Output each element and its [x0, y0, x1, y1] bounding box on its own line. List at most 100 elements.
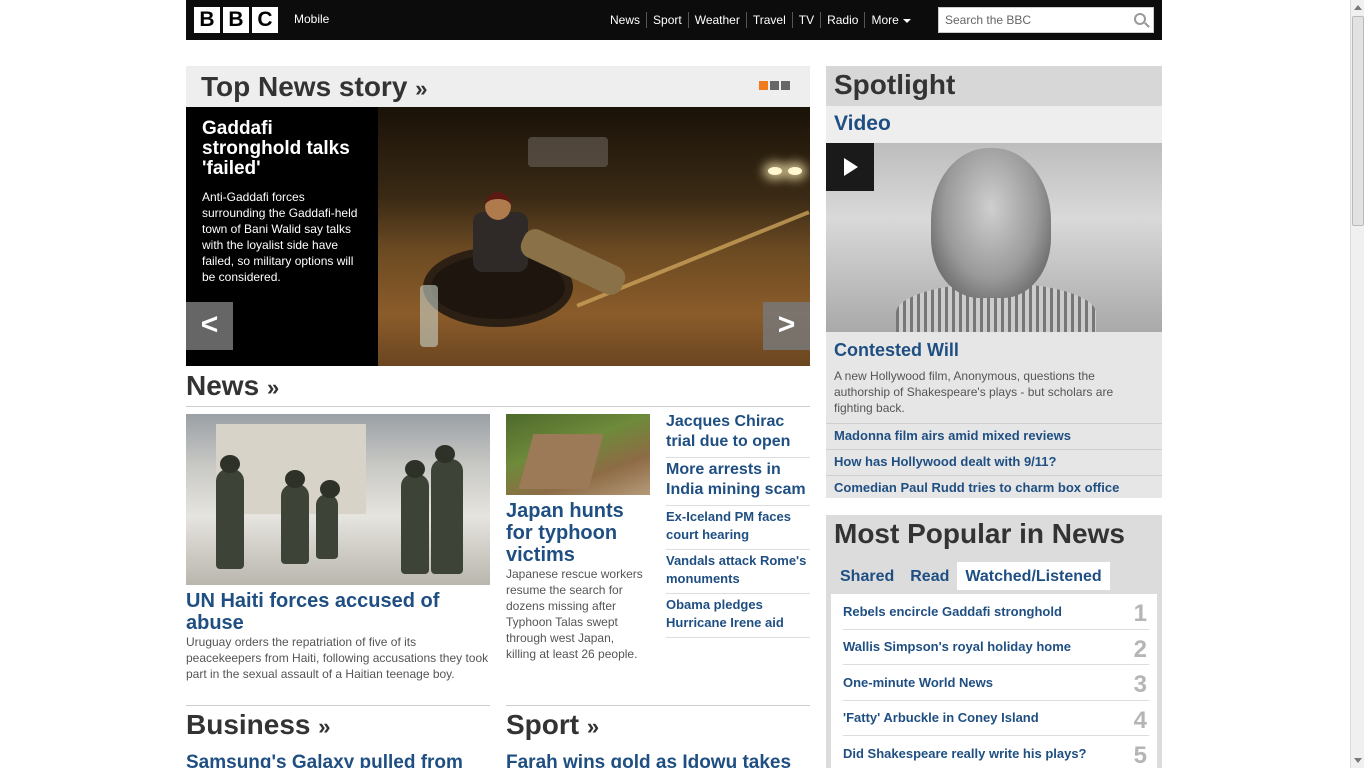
list-item: 'Fatty' Arbuckle in Coney Island 4 [843, 701, 1149, 736]
top-news-summary: Anti-Gaddafi forces surrounding the Gadd… [202, 190, 358, 284]
most-popular-list: Rebels encircle Gaddafi stronghold 1 Wall… [831, 594, 1157, 768]
popular-link[interactable]: 'Fatty' Arbuckle in Coney Island [843, 710, 1039, 725]
list-item: More arrests in India mining scam [666, 458, 810, 506]
spotlight-links: Madonna film airs amid mixed reviews How… [826, 423, 1162, 501]
section-divider [186, 705, 490, 706]
list-item: Ex-Iceland PM faces court hearing [666, 506, 810, 550]
logo-letter: B [223, 7, 249, 33]
scrollbar-thumb[interactable] [1352, 16, 1364, 226]
carousel-next-button[interactable]: > [763, 302, 810, 350]
sport-title-text: Sport [506, 709, 580, 740]
pager-dot-2[interactable] [770, 81, 779, 90]
more-news-list: Jacques Chirac trial due to open More ar… [666, 410, 810, 638]
spotlight-feature-summary: A new Hollywood film, Anonymous, questio… [834, 369, 1114, 415]
japan-story-headline[interactable]: Japan hunts for typhoon victims [506, 500, 650, 566]
top-news-photo[interactable] [378, 107, 810, 366]
photo-soldier [281, 470, 309, 564]
business-section-title[interactable]: Business » [186, 709, 331, 741]
spotlight-feature-headline[interactable]: Contested Will [834, 340, 959, 361]
news-link-obama[interactable]: Obama pledges Hurricane Irene aid [666, 597, 784, 630]
rank-number: 2 [1133, 635, 1147, 663]
most-popular-panel: Most Popular in News Shared Read Watched… [826, 515, 1162, 768]
photo-soldier [401, 460, 429, 574]
top-news-carousel: Gaddafi stronghold talks 'failed' Anti-G… [186, 107, 810, 366]
nav-weather[interactable]: Weather [687, 12, 746, 28]
carousel-prev-button[interactable]: < [186, 302, 233, 350]
photo-landslide [518, 434, 604, 489]
tab-watched-listened[interactable]: Watched/Listened [957, 562, 1110, 590]
nav-news[interactable]: News [604, 12, 646, 28]
carousel-pager [759, 81, 790, 90]
photo-soldier [216, 455, 244, 569]
photo-soldier [316, 480, 340, 559]
photo-seated-man [423, 192, 630, 342]
list-item: Comedian Paul Rudd tries to charm box of… [826, 475, 1162, 501]
main-nav: News Sport Weather Travel TV Radio More [604, 12, 917, 28]
list-item: Wallis Simpson's royal holiday home 2 [843, 630, 1149, 665]
section-divider [186, 406, 810, 407]
bbc-logo[interactable]: B B C [194, 7, 278, 33]
top-news-text: Gaddafi stronghold talks 'failed' Anti-G… [202, 119, 367, 285]
nav-more[interactable]: More [864, 12, 916, 28]
spotlight-link-rudd[interactable]: Comedian Paul Rudd tries to charm box of… [834, 480, 1119, 495]
haiti-story-headline[interactable]: UN Haiti forces accused of abuse [186, 590, 486, 634]
tab-read[interactable]: Read [902, 562, 957, 590]
photo-bottle [420, 285, 438, 347]
pager-dot-3[interactable] [781, 81, 790, 90]
raquo-icon: » [415, 76, 428, 101]
haiti-story-summary: Uruguay orders the repatriation of five … [186, 635, 489, 681]
shakespeare-video-thumbnail[interactable] [826, 143, 1162, 332]
news-link-chirac[interactable]: Jacques Chirac trial due to open [666, 413, 790, 450]
news-link-rome[interactable]: Vandals attack Rome's monuments [666, 553, 806, 586]
nav-more-label: More [871, 13, 899, 27]
popular-link[interactable]: One-minute World News [843, 675, 993, 690]
top-news-title[interactable]: Top News story » [201, 71, 427, 103]
page-scrollbar[interactable] [1350, 0, 1364, 768]
photo-head [485, 192, 511, 220]
news-section-title[interactable]: News » [186, 370, 279, 402]
nav-radio[interactable]: Radio [820, 12, 864, 28]
nav-travel[interactable]: Travel [745, 12, 792, 28]
logo-letter: B [194, 7, 220, 33]
top-news-headline[interactable]: Gaddafi stronghold talks 'failed' [202, 119, 367, 179]
popular-link[interactable]: Rebels encircle Gaddafi stronghold [843, 604, 1062, 619]
raquo-icon: » [266, 375, 280, 400]
play-icon[interactable] [826, 143, 874, 191]
spotlight-header: Spotlight [826, 66, 1162, 106]
tab-shared[interactable]: Shared [832, 562, 902, 590]
rank-number: 1 [1133, 600, 1147, 627]
japan-story-summary: Japanese rescue workers resume the searc… [506, 567, 643, 661]
nav-tv[interactable]: TV [791, 12, 820, 28]
list-item: Vandals attack Rome's monuments [666, 550, 810, 594]
mobile-link[interactable]: Mobile [294, 12, 329, 26]
nav-sport[interactable]: Sport [646, 12, 688, 28]
photo-soldier [431, 445, 463, 574]
scroll-down-icon[interactable] [1354, 758, 1362, 763]
search-input[interactable] [939, 8, 1119, 32]
japan-story-image[interactable] [506, 414, 650, 495]
top-news-title-text: Top News story [201, 71, 408, 102]
chevron-down-icon [902, 18, 911, 23]
list-item: Jacques Chirac trial due to open [666, 410, 810, 458]
raquo-icon: » [586, 714, 600, 739]
sport-top-link[interactable]: Farah wins gold as Idowu takes [506, 752, 810, 768]
haiti-story-image[interactable] [186, 414, 490, 585]
raquo-icon: » [318, 714, 331, 739]
pager-dot-1[interactable] [759, 81, 768, 90]
rank-number: 5 [1133, 742, 1147, 768]
news-link-iceland[interactable]: Ex-Iceland PM faces court hearing [666, 509, 791, 542]
popular-link[interactable]: Did Shakespeare really write his plays? [843, 746, 1087, 761]
business-title-text: Business [186, 709, 311, 740]
spotlight-panel: Spotlight Video Contested Will A new Hol… [826, 66, 1162, 498]
news-link-india[interactable]: More arrests in India mining scam [666, 461, 806, 498]
scroll-up-icon[interactable] [1354, 5, 1362, 10]
spotlight-link-hollywood[interactable]: How has Hollywood dealt with 9/11? [834, 454, 1056, 469]
list-item: One-minute World News 3 [843, 665, 1149, 701]
business-top-link[interactable]: Samsung's Galaxy pulled from [186, 752, 490, 768]
search-icon[interactable] [1134, 13, 1146, 25]
spotlight-link-madonna[interactable]: Madonna film airs amid mixed reviews [834, 428, 1071, 443]
photo-shirt [473, 212, 528, 272]
popular-link[interactable]: Wallis Simpson's royal holiday home [843, 639, 1071, 654]
sport-section-title[interactable]: Sport » [506, 709, 599, 741]
spotlight-video-link[interactable]: Video [834, 112, 891, 136]
